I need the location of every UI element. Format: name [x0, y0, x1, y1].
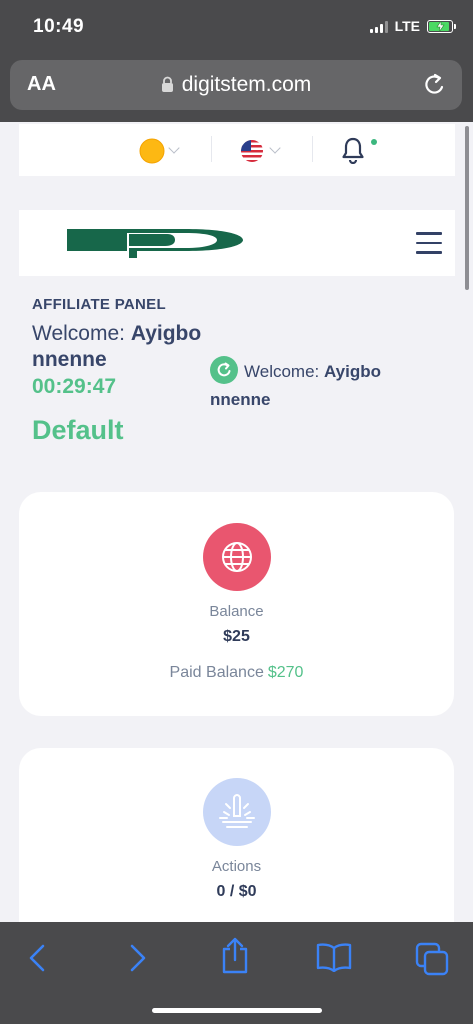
- flag-icon[interactable]: [240, 140, 264, 162]
- share-icon[interactable]: [219, 936, 251, 974]
- secondary-welcome: Welcome: Ayigbo nnenne: [210, 356, 430, 414]
- actions-label: Actions: [211, 858, 262, 875]
- network-label: LTE: [394, 18, 420, 34]
- signal-icon: [369, 20, 388, 33]
- address-bar[interactable]: AA digitstem.com: [10, 60, 462, 110]
- web-content: AFFILIATE PANEL Welcome: Ayigbo nnenne 0…: [0, 122, 473, 922]
- theme-chevron-down-icon[interactable]: [168, 142, 180, 154]
- session-timer: 00:29:47: [32, 375, 117, 398]
- globe-icon: [221, 542, 252, 572]
- actions-icon-circle: [202, 778, 271, 846]
- back-icon[interactable]: [26, 942, 48, 974]
- panel-title: AFFILIATE PANEL: [32, 296, 166, 313]
- home-indicator: [152, 1008, 322, 1013]
- url-text: digitstem.com: [181, 73, 312, 96]
- actions-value: 0 / $0: [216, 883, 257, 900]
- plan-label: Default: [32, 415, 124, 445]
- battery-icon: [427, 19, 456, 33]
- url-display[interactable]: digitstem.com: [10, 73, 462, 97]
- balance-card: Balance $25 Paid Balance $270: [19, 492, 454, 716]
- secondary-welcome-name-continued: nnenne: [210, 390, 271, 409]
- site-logo[interactable]: [67, 228, 243, 258]
- paid-balance-label: Paid Balance: [169, 664, 264, 681]
- status-time: 10:49: [33, 16, 85, 37]
- status-indicators: LTE: [369, 18, 456, 34]
- lock-icon: [161, 76, 173, 92]
- secondary-welcome-name: Ayigbo: [324, 362, 381, 381]
- secondary-welcome-prefix: Welcome:: [244, 362, 320, 381]
- refresh-icon[interactable]: [210, 356, 238, 384]
- balance-label: Balance: [209, 603, 264, 620]
- notification-dot: [371, 139, 377, 145]
- welcome-name: Ayigbo: [130, 322, 202, 345]
- status-bar: 10:49 LTE: [0, 0, 473, 56]
- welcome-prefix: Welcome:: [32, 322, 125, 345]
- menu-icon[interactable]: [416, 232, 442, 254]
- browser-address-area: AA digitstem.com: [0, 56, 473, 122]
- fountain-icon: [218, 794, 255, 828]
- bell-icon[interactable]: [341, 136, 365, 164]
- language-chevron-down-icon[interactable]: [269, 142, 281, 154]
- welcome-name-continued: nnenne: [32, 348, 107, 371]
- site-topbar: [19, 124, 455, 176]
- tabs-icon[interactable]: [415, 942, 449, 976]
- divider: [211, 136, 212, 162]
- forward-icon[interactable]: [127, 942, 149, 974]
- site-header: [19, 210, 455, 276]
- welcome-message: Welcome: Ayigbo nnenne: [32, 321, 201, 373]
- sun-icon[interactable]: [139, 138, 165, 164]
- actions-card: Actions 0 / $0: [19, 748, 454, 922]
- paid-balance-value: $270: [267, 664, 304, 681]
- scrollbar[interactable]: [465, 126, 469, 290]
- bookmarks-icon[interactable]: [316, 942, 352, 972]
- browser-toolbar: [0, 922, 473, 1024]
- paid-balance-row: Paid Balance $270: [19, 664, 454, 682]
- balance-value: $25: [223, 628, 250, 645]
- balance-icon-circle: [202, 523, 271, 591]
- reload-icon[interactable]: [422, 72, 446, 98]
- divider: [312, 136, 313, 162]
